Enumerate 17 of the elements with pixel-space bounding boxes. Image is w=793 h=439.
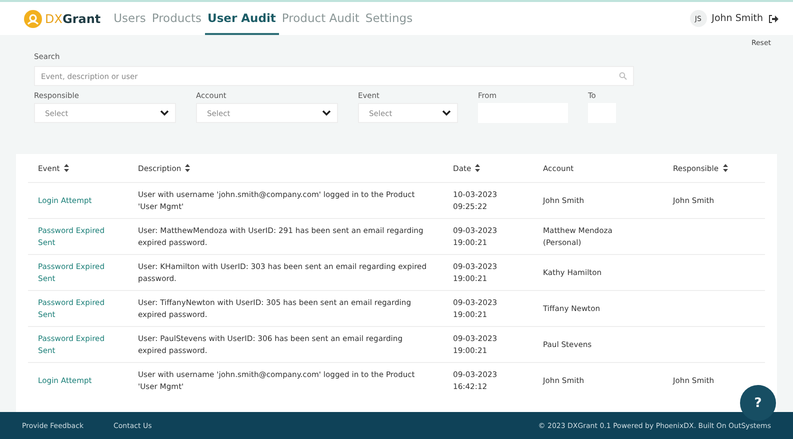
user-name[interactable]: John Smith	[712, 13, 763, 24]
nav-tab[interactable]: Users	[110, 2, 149, 35]
sort-icon	[722, 164, 728, 172]
logout-icon[interactable]	[768, 14, 779, 24]
chevron-down-icon	[160, 110, 169, 116]
search-icon	[619, 72, 627, 80]
nav-tab[interactable]: Product Audit	[278, 2, 362, 35]
nav-tab[interactable]: User Audit	[204, 2, 279, 35]
chevron-down-icon	[322, 110, 331, 116]
sort-icon	[64, 164, 69, 172]
nav-tab[interactable]: Products	[148, 2, 204, 35]
chevron-down-icon	[442, 110, 451, 116]
sort-icon	[475, 164, 480, 172]
nav-tab[interactable]: Settings	[362, 2, 416, 35]
logo-icon	[24, 10, 42, 28]
app-logo: DXGrant	[45, 12, 101, 26]
sort-icon	[185, 164, 190, 172]
